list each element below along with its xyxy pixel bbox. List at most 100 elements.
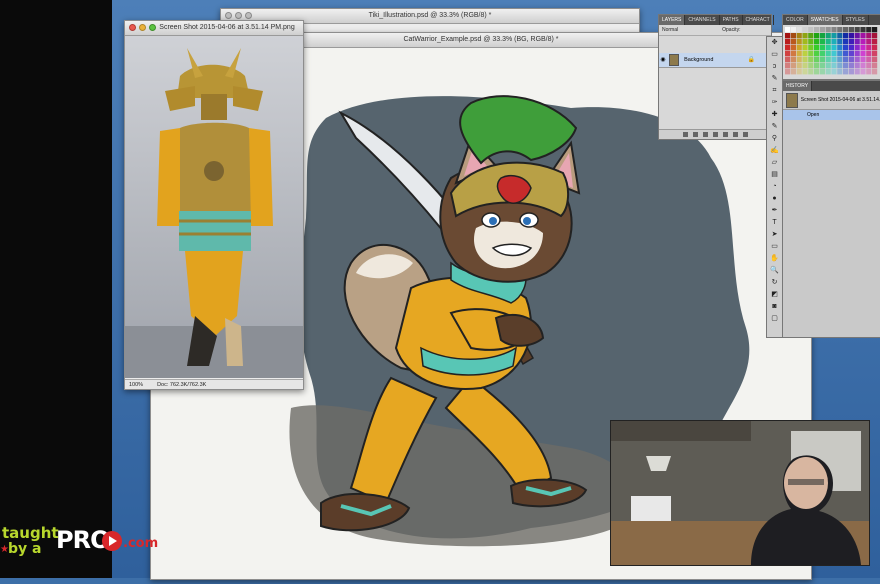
swatch[interactable] (837, 27, 843, 33)
swatch[interactable] (802, 45, 808, 51)
link-icon[interactable] (682, 132, 688, 137)
swatch[interactable] (790, 27, 796, 33)
swatch[interactable] (843, 69, 849, 75)
eye-icon[interactable]: ◉ (659, 53, 667, 67)
swatch[interactable] (866, 57, 872, 63)
swatch[interactable] (808, 27, 814, 33)
zoom-icon[interactable]: 🔍 (769, 266, 780, 276)
zoom-level[interactable]: 100% (129, 380, 143, 389)
swatch[interactable] (843, 45, 849, 51)
swatch[interactable] (860, 27, 866, 33)
swatch[interactable] (866, 27, 872, 33)
swatch[interactable] (785, 51, 791, 57)
history-snapshot-row[interactable]: Screen Shot 2015-04-06 at 3.51.14... (783, 91, 880, 110)
swatch[interactable] (825, 57, 831, 63)
swatch[interactable] (837, 45, 843, 51)
tab-paths[interactable]: PATHS (720, 15, 743, 25)
swatches-panel[interactable]: COLOR SWATCHES STYLES (782, 14, 880, 80)
swatch[interactable] (796, 39, 802, 45)
swatch[interactable] (825, 33, 831, 39)
swatch[interactable] (790, 45, 796, 51)
swatch[interactable] (860, 57, 866, 63)
swatch[interactable] (802, 57, 808, 63)
swatch[interactable] (790, 69, 796, 75)
tab-styles[interactable]: STYLES (843, 15, 869, 25)
type-icon[interactable]: T (769, 218, 780, 228)
swatch[interactable] (814, 33, 820, 39)
swatch[interactable] (866, 45, 872, 51)
swatch[interactable] (872, 39, 878, 45)
swatch[interactable] (866, 63, 872, 69)
swatch[interactable] (831, 69, 837, 75)
swatch[interactable] (796, 27, 802, 33)
swatch[interactable] (854, 39, 860, 45)
swatch[interactable] (819, 69, 825, 75)
swatch[interactable] (825, 39, 831, 45)
swatch[interactable] (872, 69, 878, 75)
swatch[interactable] (802, 39, 808, 45)
swatch[interactable] (802, 33, 808, 39)
swatch[interactable] (843, 63, 849, 69)
swatch[interactable] (790, 39, 796, 45)
swatch[interactable] (802, 51, 808, 57)
swatch[interactable] (802, 63, 808, 69)
tab-history[interactable]: HISTORY (783, 81, 813, 91)
swatch[interactable] (854, 51, 860, 57)
swatch[interactable] (814, 57, 820, 63)
swatch[interactable] (837, 39, 843, 45)
folder-icon[interactable] (722, 132, 728, 137)
swatch[interactable] (837, 69, 843, 75)
pen-icon[interactable]: ✒ (769, 206, 780, 216)
brush-icon[interactable]: ✎ (769, 122, 780, 132)
swatch[interactable] (831, 63, 837, 69)
swatch[interactable] (790, 33, 796, 39)
fx-icon[interactable] (692, 132, 698, 137)
swatch[interactable] (814, 51, 820, 57)
swatch[interactable] (785, 45, 791, 51)
reference-window-titlebar[interactable]: Screen Shot 2015-04-06 at 3.51.14 PM.png (125, 21, 303, 36)
swatch[interactable] (872, 57, 878, 63)
swatch[interactable] (796, 57, 802, 63)
swatch[interactable] (796, 33, 802, 39)
swatch[interactable] (785, 39, 791, 45)
screen-mode-icon[interactable]: ▢ (769, 314, 780, 324)
swatch[interactable] (837, 33, 843, 39)
swatch[interactable] (831, 51, 837, 57)
swatch[interactable] (808, 69, 814, 75)
swatch[interactable] (825, 69, 831, 75)
healing-icon[interactable]: ✚ (769, 110, 780, 120)
swatch[interactable] (872, 27, 878, 33)
swatch[interactable] (785, 33, 791, 39)
move-icon[interactable]: ✥ (769, 38, 780, 48)
swatch[interactable] (790, 51, 796, 57)
swatch[interactable] (796, 63, 802, 69)
swatch[interactable] (802, 69, 808, 75)
quick-select-icon[interactable]: ✎ (769, 74, 780, 84)
swatch[interactable] (796, 51, 802, 57)
swatch[interactable] (843, 33, 849, 39)
swatch[interactable] (843, 57, 849, 63)
swatch[interactable] (837, 51, 843, 57)
swatch[interactable] (872, 33, 878, 39)
swatch[interactable] (854, 45, 860, 51)
crop-icon[interactable]: ⌗ (769, 86, 780, 96)
layer-name[interactable]: Background (684, 57, 713, 63)
swatch[interactable] (831, 33, 837, 39)
trash-icon[interactable] (742, 132, 748, 137)
swatch[interactable] (843, 51, 849, 57)
swatch[interactable] (808, 63, 814, 69)
swatch[interactable] (854, 57, 860, 63)
swatch[interactable] (785, 27, 791, 33)
history-panel[interactable]: HISTORY Screen Shot 2015-04-06 at 3.51.1… (782, 80, 880, 338)
swatch[interactable] (866, 39, 872, 45)
history-brush-icon[interactable]: ✍ (769, 146, 780, 156)
swatch[interactable] (872, 63, 878, 69)
swatch[interactable] (808, 39, 814, 45)
swatch[interactable] (860, 69, 866, 75)
swatch[interactable] (848, 57, 854, 63)
swatch[interactable] (796, 69, 802, 75)
swatch[interactable] (825, 51, 831, 57)
swatch[interactable] (860, 45, 866, 51)
tab-channels[interactable]: CHANNELS (685, 15, 720, 25)
adjustment-icon[interactable] (712, 132, 718, 137)
